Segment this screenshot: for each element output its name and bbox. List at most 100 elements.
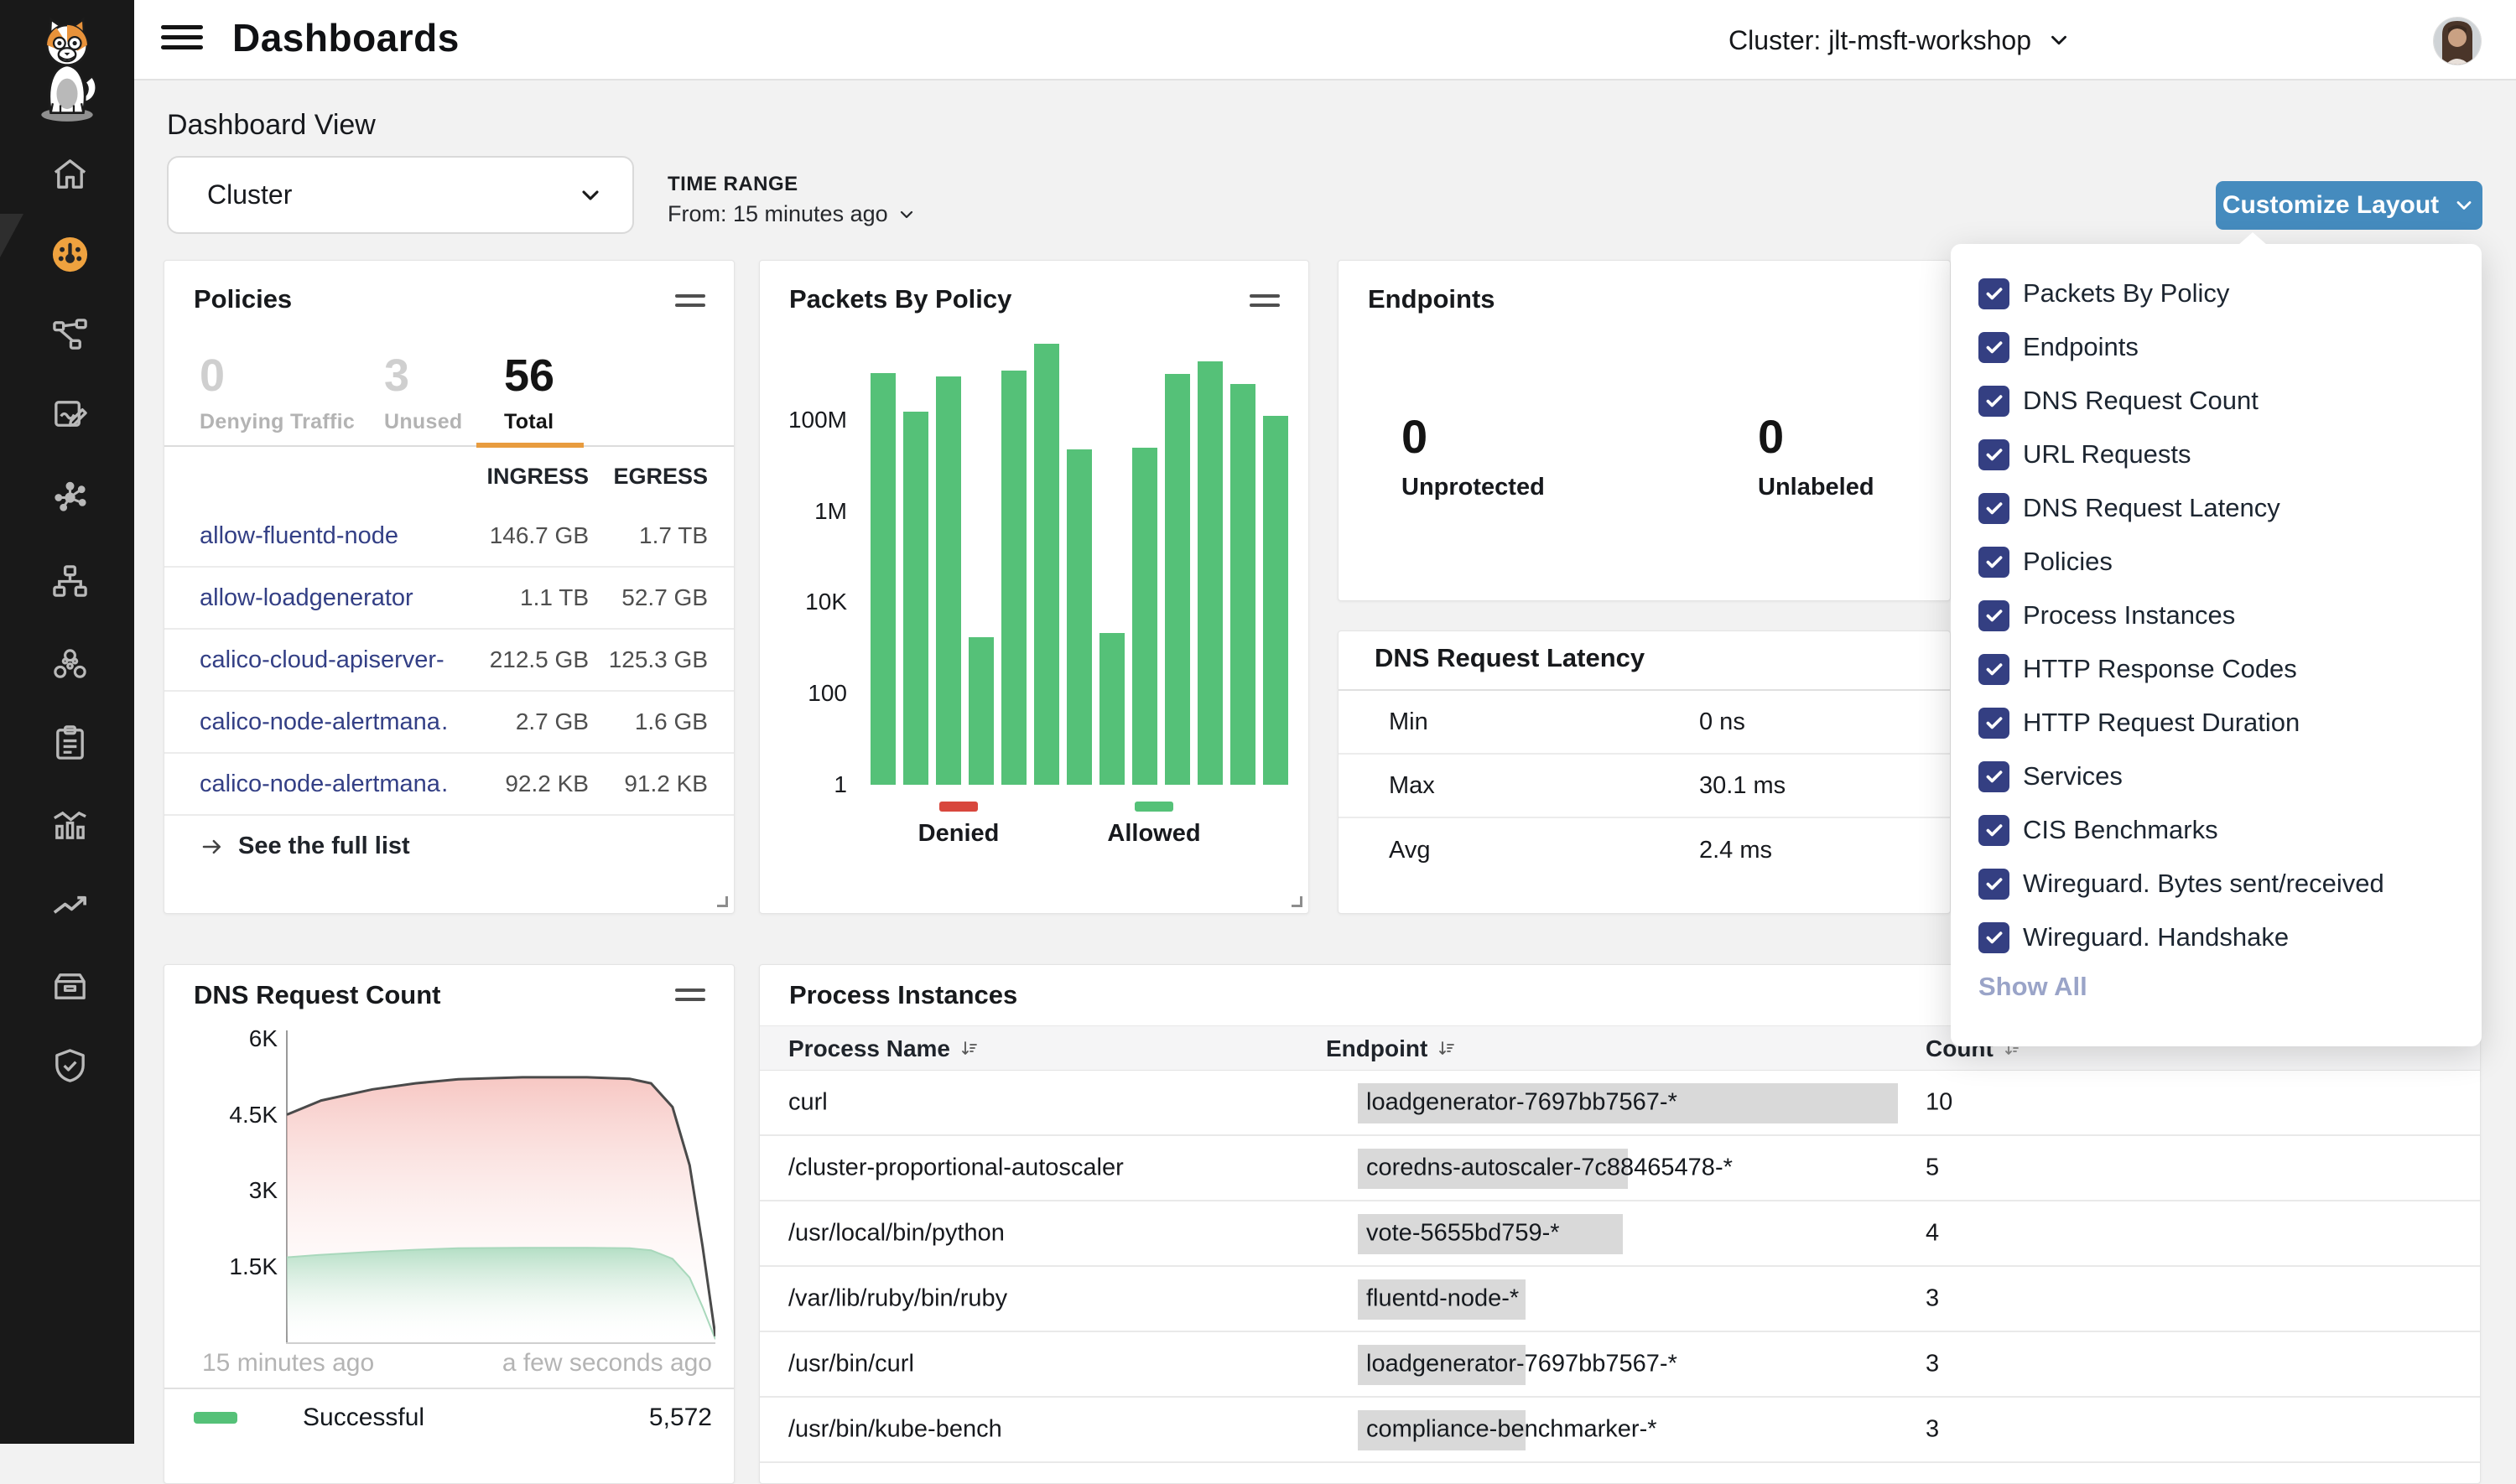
- stat-total[interactable]: 56 Total: [504, 353, 554, 434]
- sidebar-item-policies[interactable]: [48, 392, 91, 436]
- menu-item-wireguard-bytes-sent-received[interactable]: Wireguard. Bytes sent/received: [1978, 857, 2465, 911]
- checkbox-checked-icon[interactable]: [1978, 547, 2009, 578]
- y-tick-label: 3K: [190, 1177, 278, 1204]
- menu-item-services[interactable]: Services: [1978, 750, 2465, 803]
- home-icon: [50, 154, 90, 194]
- latency-row-min: Min 0 ns: [1339, 691, 1950, 755]
- checkbox-checked-icon[interactable]: [1978, 708, 2009, 739]
- allowed-bar: [903, 412, 928, 785]
- legend-allowed[interactable]: Allowed: [1087, 802, 1221, 848]
- checkbox-checked-icon[interactable]: [1978, 278, 2009, 309]
- checkbox-checked-icon[interactable]: [1978, 922, 2009, 953]
- show-all-link[interactable]: Show All: [1978, 972, 2087, 1002]
- sidebar: [0, 0, 134, 1444]
- sidebar-item-hierarchy[interactable]: [48, 559, 91, 603]
- sidebar-item-flows[interactable]: [48, 475, 91, 519]
- y-tick-label: 100M: [767, 407, 847, 433]
- checkbox-checked-icon[interactable]: [1978, 493, 2009, 524]
- legend-denied[interactable]: Denied: [892, 802, 1026, 848]
- clipboard-icon: [50, 724, 90, 763]
- menu-item-cis-benchmarks[interactable]: CIS Benchmarks: [1978, 803, 2465, 857]
- checkbox-checked-icon[interactable]: [1978, 761, 2009, 792]
- cluster-switcher-label: Cluster: jlt-msft-workshop: [1728, 25, 2031, 56]
- policy-link[interactable]: calico-node-alertmana…: [164, 708, 446, 736]
- topbar: Dashboards Cluster: jlt-msft-workshop: [134, 0, 2516, 80]
- policy-link[interactable]: allow-loadgenerator: [164, 584, 446, 612]
- menu-item-endpoints[interactable]: Endpoints: [1978, 320, 2465, 374]
- checkbox-checked-icon[interactable]: [1978, 600, 2009, 631]
- dashboard-view-select[interactable]: Cluster: [167, 156, 634, 234]
- policies-table-header: . INGRESS EGRESS: [164, 447, 734, 506]
- customize-layout-button[interactable]: Customize Layout: [2216, 181, 2482, 230]
- dns-request-latency-card: DNS Request Latency Min 0 ns Max 30.1 ms…: [1338, 630, 1951, 914]
- resize-handle[interactable]: [717, 896, 728, 907]
- endpoints-card: Endpoints 0 Unprotected 0 Unlabeled: [1338, 260, 1951, 601]
- latency-row-avg: Avg 2.4 ms: [1339, 818, 1950, 882]
- calico-cat-logo[interactable]: [20, 12, 114, 127]
- column-process-name[interactable]: Process Name: [788, 1026, 979, 1071]
- process-row: curlloadgenerator-7697bb7567-*10: [760, 1071, 2480, 1136]
- policy-link[interactable]: calico-cloud-apiserver-…: [164, 646, 446, 674]
- process-name: /usr/bin/kube-bench: [788, 1416, 1002, 1444]
- sidebar-item-compliance[interactable]: [48, 721, 91, 765]
- user-avatar[interactable]: [2434, 18, 2481, 65]
- checkbox-checked-icon[interactable]: [1978, 654, 2009, 685]
- see-full-list-link[interactable]: See the full list: [200, 833, 410, 860]
- menu-icon[interactable]: [161, 25, 203, 55]
- checkbox-checked-icon[interactable]: [1978, 869, 2009, 900]
- checkbox-checked-icon[interactable]: [1978, 332, 2009, 363]
- sidebar-item-service-graph[interactable]: [48, 312, 91, 355]
- packets-card-title: Packets By Policy: [789, 284, 1011, 314]
- process-name: /usr/bin/curl: [788, 1351, 914, 1378]
- active-tab-underline: [476, 443, 584, 448]
- process-name: /usr/local/bin/python: [788, 1220, 1005, 1248]
- sidebar-item-trends[interactable]: [48, 883, 91, 926]
- latency-row-max: Max 30.1 ms: [1339, 755, 1950, 818]
- endpoint-name: compliance-benchmarker-*: [1366, 1416, 1657, 1444]
- menu-item-dns-request-latency[interactable]: DNS Request Latency: [1978, 481, 2465, 535]
- endpoint-name: loadgenerator-7697bb7567-*: [1366, 1351, 1677, 1378]
- service-graph-icon: [50, 314, 90, 354]
- menu-item-packets-by-policy[interactable]: Packets By Policy: [1978, 267, 2465, 320]
- menu-item-http-request-duration[interactable]: HTTP Request Duration: [1978, 696, 2465, 750]
- checkbox-checked-icon[interactable]: [1978, 439, 2009, 470]
- menu-item-url-requests[interactable]: URL Requests: [1978, 428, 2465, 481]
- menu-item-process-instances[interactable]: Process Instances: [1978, 589, 2465, 642]
- sidebar-item-dashboards[interactable]: [48, 232, 91, 276]
- drag-handle-icon[interactable]: [675, 988, 705, 1004]
- ingress-value: 2.7 GB: [446, 708, 589, 735]
- policy-link[interactable]: calico-node-alertmana…: [164, 771, 446, 798]
- menu-item-http-response-codes[interactable]: HTTP Response Codes: [1978, 642, 2465, 696]
- menu-item-policies[interactable]: Policies: [1978, 535, 2465, 589]
- sidebar-item-home[interactable]: [48, 152, 91, 195]
- flow-network-icon: [50, 478, 90, 517]
- policy-link[interactable]: allow-fluentd-node: [164, 522, 446, 550]
- time-range-control[interactable]: TIME RANGE From: 15 minutes ago: [668, 173, 917, 227]
- sidebar-item-endpoints[interactable]: [48, 642, 91, 686]
- process-table-rows: curlloadgenerator-7697bb7567-*10/cluster…: [760, 1071, 2480, 1463]
- column-endpoint[interactable]: Endpoint: [1326, 1026, 1456, 1071]
- drag-handle-icon[interactable]: [675, 294, 705, 309]
- stat-unused: 3 Unused: [384, 353, 462, 434]
- drag-handle-icon[interactable]: [1250, 294, 1280, 309]
- page-title: Dashboards: [232, 15, 460, 60]
- cluster-switcher[interactable]: Cluster: jlt-msft-workshop: [1728, 22, 2072, 59]
- arrow-right-icon: [200, 834, 225, 859]
- dashboards-gauge-icon: [50, 235, 90, 274]
- legend-successful[interactable]: Successful 5,572: [164, 1389, 734, 1446]
- policy-edit-icon: [50, 395, 90, 434]
- menu-item-wireguard-handshake[interactable]: Wireguard. Handshake: [1978, 911, 2465, 964]
- sidebar-item-storage[interactable]: [48, 964, 91, 1008]
- allowed-bar: [1067, 449, 1092, 785]
- process-count: 3: [1926, 1285, 1939, 1313]
- checkbox-checked-icon[interactable]: [1978, 815, 2009, 846]
- sidebar-item-security[interactable]: [48, 1044, 91, 1087]
- sidebar-item-statistics[interactable]: [48, 802, 91, 846]
- chevron-down-icon: [577, 182, 604, 209]
- menu-item-dns-request-count[interactable]: DNS Request Count: [1978, 374, 2465, 428]
- x-label-end: a few seconds ago: [502, 1349, 712, 1378]
- checkbox-checked-icon[interactable]: [1978, 386, 2009, 417]
- y-tick-label: 1: [767, 771, 847, 798]
- ingress-value: 1.1 TB: [446, 584, 589, 611]
- resize-handle[interactable]: [1292, 896, 1302, 907]
